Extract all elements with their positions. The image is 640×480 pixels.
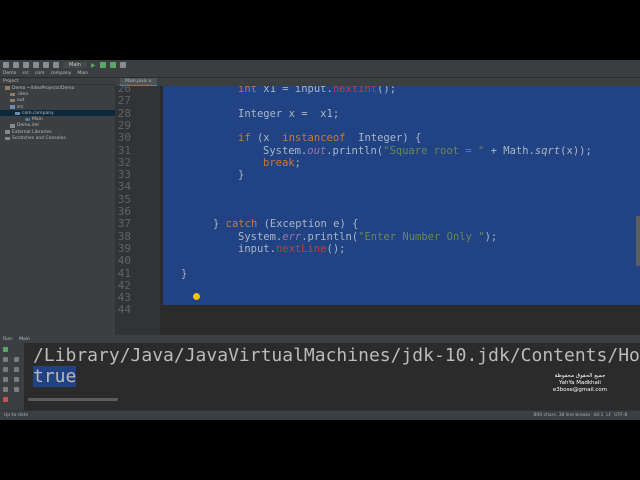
project-panel-title[interactable]: Project [3, 79, 18, 84]
pause-icon[interactable] [3, 367, 8, 372]
project-tree: Demo ~/IdeaProjects/Demo .idea out src com.c… [0, 85, 115, 142]
watermark-line: YahYa Madkhali [559, 380, 601, 386]
folder-icon [10, 92, 15, 97]
console-line: true [33, 366, 77, 387]
code-line: System.err.println("Enter Number Only ")… [238, 230, 498, 243]
tree-item-label: out [17, 98, 25, 104]
breadcrumb: Demo src com company Main [0, 70, 640, 78]
rerun-icon[interactable] [3, 347, 8, 352]
breadcrumb-item[interactable]: src [22, 71, 29, 76]
line-number: 27 [117, 94, 131, 108]
line-number: 37 [117, 217, 131, 231]
folder-icon [5, 86, 10, 90]
status-bar: Up-to-date 800 chars, 38 line breaks 44:… [0, 410, 640, 420]
breadcrumb-item[interactable]: com [35, 71, 45, 76]
sync-icon[interactable] [23, 62, 29, 68]
line-number: 31 [117, 143, 131, 157]
tree-item-label: Demo.iml [17, 123, 39, 129]
code-line: if (x instanceof Integer) { [238, 132, 422, 145]
folder-icon [10, 98, 15, 103]
line-number: 34 [117, 180, 131, 194]
code-editor[interactable]: int x1 = input.nextInt(); Integer x = x1… [160, 86, 640, 335]
run-icon[interactable]: ▶ [91, 62, 96, 69]
debug-icon[interactable] [99, 62, 106, 68]
scroll-end-icon[interactable] [14, 367, 19, 372]
build-icon[interactable] [53, 62, 59, 68]
folder-icon [15, 111, 20, 116]
open-icon[interactable] [3, 62, 9, 68]
dump-icon[interactable] [3, 377, 8, 382]
stop-icon[interactable] [3, 357, 8, 362]
folder-icon [5, 136, 10, 141]
tree-item[interactable]: Scratches and Consoles [0, 135, 115, 141]
tree-item-label: External Libraries [12, 129, 52, 135]
project-panel: Project Demo ~/IdeaProjects/Demo .idea out… [0, 78, 115, 335]
status-line-separator[interactable]: LF [606, 413, 611, 418]
code-line: break; [263, 156, 301, 169]
file-icon [10, 124, 15, 128]
status-position[interactable]: 44:1 [593, 413, 603, 418]
text-selection [163, 86, 640, 305]
pin-icon[interactable] [3, 387, 8, 392]
watermark-line: جميع الحقوق محفوظة [554, 373, 606, 379]
breadcrumb-item[interactable]: Main [77, 71, 88, 76]
watermark-line: e3bose@gmail.com [552, 387, 608, 393]
forward-icon[interactable] [43, 62, 49, 68]
code-line: Integer x = x1; [238, 107, 340, 120]
line-number-gutter: 26 27 28 29 30 31 32 33 34 35 36 37 38 39 40 41 42 43 44 [115, 82, 160, 335]
tree-item-label: Demo ~/IdeaProjects/Demo [12, 85, 75, 91]
tree-item-label: com.company [22, 110, 54, 116]
breadcrumb-item[interactable]: company [51, 71, 72, 76]
code-line: } [238, 169, 245, 182]
code-line: int x1 = input.nextInt(); [238, 86, 397, 95]
console-line: /Library/Java/JavaVirtualMachines/jdk-10… [33, 345, 640, 366]
folder-icon [5, 130, 10, 134]
tree-item-label: src [17, 104, 24, 110]
watermark: جميع الحقوق محفوظة YahYa Madkhali e3bose… [540, 373, 620, 394]
stop-icon[interactable] [119, 62, 126, 68]
main-toolbar: Main ▶ [0, 60, 640, 70]
run-panel: Run: Main /Library/Java/JavaVirtualMachi… [0, 335, 640, 410]
code-line: System.out.println("Square root = " + Ma… [263, 144, 592, 157]
save-icon[interactable] [13, 62, 19, 68]
soft-wrap-icon[interactable] [14, 357, 19, 362]
line-number: 30 [117, 131, 131, 145]
code-line: } [181, 267, 188, 280]
status-encoding[interactable]: UTF-8 [614, 413, 627, 418]
tree-item-label: Main [32, 117, 43, 123]
trash-icon[interactable] [14, 387, 19, 392]
status-message: Up-to-date [4, 413, 29, 418]
console-scrollbar[interactable] [28, 398, 118, 401]
line-number: 41 [117, 266, 131, 280]
line-number: 40 [117, 254, 131, 268]
close-icon[interactable] [3, 397, 8, 402]
ide-window: Main ▶ Demo src com company Main Project… [0, 60, 640, 420]
run-tab-main[interactable]: Main [19, 337, 30, 342]
run-config-select[interactable]: Main [63, 62, 87, 68]
code-line: input.nextLine(); [238, 242, 346, 255]
editor-tabs: Main.java × [115, 78, 640, 86]
line-number: 44 [117, 303, 131, 317]
class-icon [25, 117, 30, 122]
code-line: } catch (Exception e) { [213, 218, 359, 231]
status-chars: 800 chars, 38 line breaks [533, 413, 591, 418]
run-label: Run: [3, 336, 14, 342]
coverage-icon[interactable] [109, 62, 116, 68]
back-icon[interactable] [33, 62, 39, 68]
print-icon[interactable] [14, 377, 19, 382]
folder-icon [10, 105, 15, 109]
tree-item-label: .idea [17, 91, 29, 97]
editor-scrollbar[interactable] [636, 216, 640, 266]
mouse-cursor [193, 293, 200, 300]
tree-item-label: Scratches and Consoles [12, 136, 66, 142]
breadcrumb-item[interactable]: Demo [3, 71, 16, 76]
run-toolbar [0, 343, 24, 410]
